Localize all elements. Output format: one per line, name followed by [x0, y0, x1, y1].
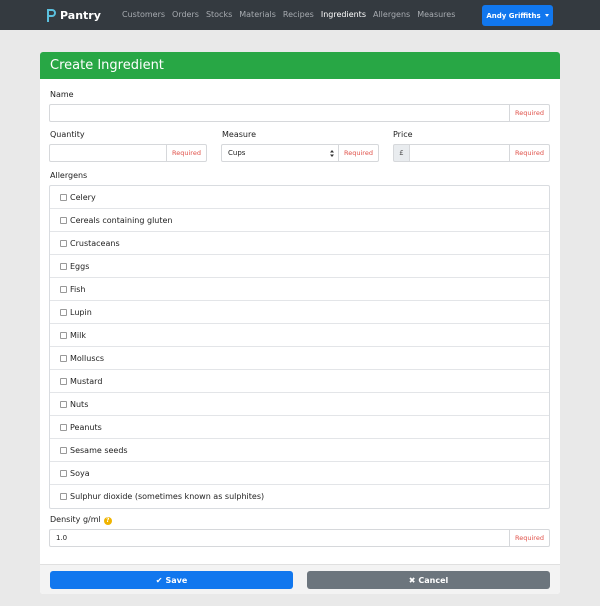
allergen-item[interactable]: Sulphur dioxide (sometimes known as sulp… — [50, 485, 549, 508]
allergen-item[interactable]: Soya — [50, 462, 549, 485]
user-name: Andy Griffiths — [486, 11, 541, 20]
select-arrows-icon — [330, 149, 334, 158]
checkbox[interactable] — [60, 262, 67, 270]
checkbox[interactable] — [60, 193, 67, 201]
checkbox[interactable] — [60, 331, 67, 339]
allergen-item[interactable]: Celery — [50, 186, 549, 209]
nav-customers[interactable]: Customers — [122, 10, 165, 19]
checkbox[interactable] — [60, 377, 67, 385]
top-navbar: Pantry Customers Orders Stocks Materials… — [0, 0, 600, 30]
help-icon[interactable]: ? — [103, 517, 112, 525]
save-button[interactable]: ✔ Save — [50, 571, 293, 589]
checkbox[interactable] — [60, 308, 67, 316]
check-icon: ✔ — [155, 575, 163, 585]
checkbox[interactable] — [60, 354, 67, 362]
caret-down-icon — [544, 14, 549, 17]
price-required-addon: Required — [509, 144, 550, 162]
allergen-item[interactable]: Nuts — [50, 393, 549, 416]
allergen-item[interactable]: Cereals containing gluten — [50, 209, 549, 232]
name-label: Name — [50, 90, 74, 99]
main-nav: Customers Orders Stocks Materials Recipe… — [122, 10, 462, 19]
nav-allergens[interactable]: Allergens — [373, 10, 410, 19]
save-label: Save — [165, 575, 188, 585]
quantity-label: Quantity — [50, 130, 85, 139]
checkbox[interactable] — [60, 446, 67, 454]
quantity-input[interactable] — [49, 144, 167, 162]
quantity-required-addon: Required — [166, 144, 207, 162]
allergen-item[interactable]: Crustaceans — [50, 232, 549, 255]
density-label: Density g/ml — [50, 515, 101, 524]
measure-select[interactable]: Cups — [221, 144, 339, 162]
allergen-list: Celery Cereals containing gluten Crustac… — [49, 185, 550, 509]
create-ingredient-card: Create Ingredient Name Required Quantity… — [40, 52, 560, 594]
allergen-item[interactable]: Molluscs — [50, 347, 549, 370]
density-input[interactable]: 1.0 — [49, 529, 510, 547]
measure-required-addon: Required — [338, 144, 379, 162]
nav-orders[interactable]: Orders — [172, 10, 199, 19]
nav-materials[interactable]: Materials — [239, 10, 276, 19]
measure-label: Measure — [222, 130, 256, 139]
checkbox[interactable] — [60, 400, 67, 408]
allergen-item[interactable]: Fish — [50, 278, 549, 301]
nav-stocks[interactable]: Stocks — [206, 10, 232, 19]
currency-prefix: £ — [393, 144, 410, 162]
nav-recipes[interactable]: Recipes — [283, 10, 314, 19]
user-menu-button[interactable]: Andy Griffiths — [482, 5, 553, 26]
card-footer: ✔ Save ✖ Cancel — [40, 564, 560, 594]
checkbox[interactable] — [60, 216, 67, 224]
allergens-label: Allergens — [50, 171, 88, 180]
allergen-item[interactable]: Sesame seeds — [50, 439, 549, 462]
cancel-button[interactable]: ✖ Cancel — [307, 571, 550, 589]
page-title: Create Ingredient — [50, 58, 164, 73]
name-required-addon: Required — [509, 104, 550, 122]
checkbox[interactable] — [60, 423, 67, 431]
brand-name: Pantry — [60, 8, 101, 22]
cancel-label: Cancel — [418, 575, 449, 585]
close-icon: ✖ — [408, 575, 416, 585]
checkbox[interactable] — [60, 285, 67, 293]
card-header: Create Ingredient — [40, 52, 560, 79]
nav-ingredients[interactable]: Ingredients — [321, 10, 366, 19]
density-required-addon: Required — [509, 529, 550, 547]
price-label: Price — [393, 130, 413, 139]
measure-selected-value: Cups — [228, 149, 246, 157]
allergen-item[interactable]: Milk — [50, 324, 549, 347]
allergen-item[interactable]: Eggs — [50, 255, 549, 278]
checkbox[interactable] — [60, 469, 67, 477]
density-label-row: Density g/ml? — [50, 515, 112, 525]
allergen-item[interactable]: Peanuts — [50, 416, 549, 439]
name-input[interactable] — [49, 104, 510, 122]
allergen-item[interactable]: Mustard — [50, 370, 549, 393]
allergen-item[interactable]: Lupin — [50, 301, 549, 324]
checkbox[interactable] — [60, 493, 67, 500]
checkbox[interactable] — [60, 239, 67, 247]
nav-measures[interactable]: Measures — [417, 10, 455, 19]
brand-logo[interactable]: Pantry — [46, 7, 101, 23]
price-input[interactable] — [409, 144, 510, 162]
pantry-logo-icon — [46, 8, 57, 23]
